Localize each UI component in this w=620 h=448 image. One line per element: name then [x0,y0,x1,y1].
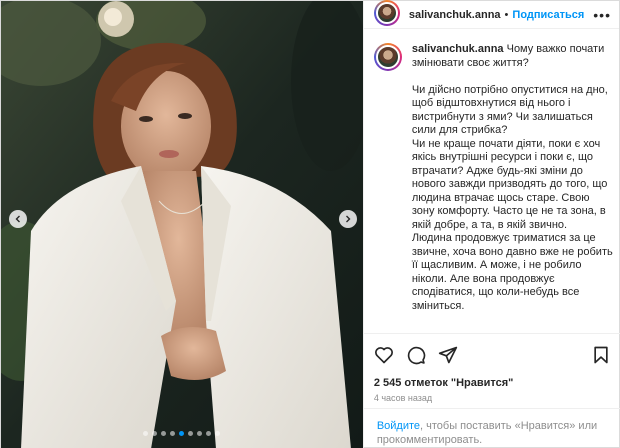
more-horizontal-icon[interactable]: ••• [593,7,611,23]
caption-paragraph: Чи дійсно потрібно опуститися на дно, що… [411,83,608,137]
bookmark-icon[interactable] [591,345,611,365]
username-link[interactable]: salivanchuk.anna [409,9,501,21]
slide-dot [170,431,176,436]
slide-dot [188,431,194,436]
paper-plane-icon[interactable] [438,345,458,365]
caption-area[interactable]: salivanchuk.anna Чому важко почати зміню… [364,43,620,333]
login-link[interactable]: Войдите [377,420,420,432]
caption-avatar[interactable] [373,43,402,71]
caption: salivanchuk.anna Чому важко почати зміню… [373,43,613,313]
follow-button[interactable]: Подписаться [512,9,584,21]
caption-paragraph: Чи не краще почати діяти, поки є хоч які… [411,137,608,231]
action-icons [374,343,611,367]
chevron-right-icon [346,215,351,223]
avatar[interactable] [373,0,400,26]
caption-paragraph: Людина продовжує триматися за це звичне,… [411,232,613,312]
post-timestamp[interactable]: 4 часов назад [374,393,611,403]
chevron-left-icon [15,215,20,223]
heart-icon[interactable] [374,345,394,365]
slide-dot [197,431,203,436]
slide-dot [152,431,158,436]
caption-text: salivanchuk.anna Чому важко почати зміню… [412,43,613,313]
slide-dot [215,431,221,436]
comment-icon[interactable] [406,345,426,365]
next-slide-button[interactable] [339,210,357,228]
likes-count[interactable]: 2 545 отметок "Нравится" [374,377,611,389]
separator-dot: • [504,8,509,21]
caption-username[interactable]: salivanchuk.anna [412,43,504,55]
slide-dot [161,431,167,436]
post-sidebar: salivanchuk.anna • Подписаться ••• saliv… [362,0,620,448]
post-header: salivanchuk.anna • Подписаться ••• [363,0,619,29]
slide-indicator [1,431,363,436]
post-media[interactable] [1,1,363,448]
slide-dot [143,431,149,436]
post-photo [1,1,363,448]
previous-slide-button[interactable] [9,210,27,228]
login-prompt: Войдите, чтобы поставить «Нравится» или … [363,408,620,447]
slide-dot [179,431,185,436]
slide-dot [206,431,212,436]
instagram-post: salivanchuk.anna • Подписаться ••• saliv… [0,0,620,448]
post-actions: 2 545 отметок "Нравится" 4 часов назад В… [363,333,620,448]
